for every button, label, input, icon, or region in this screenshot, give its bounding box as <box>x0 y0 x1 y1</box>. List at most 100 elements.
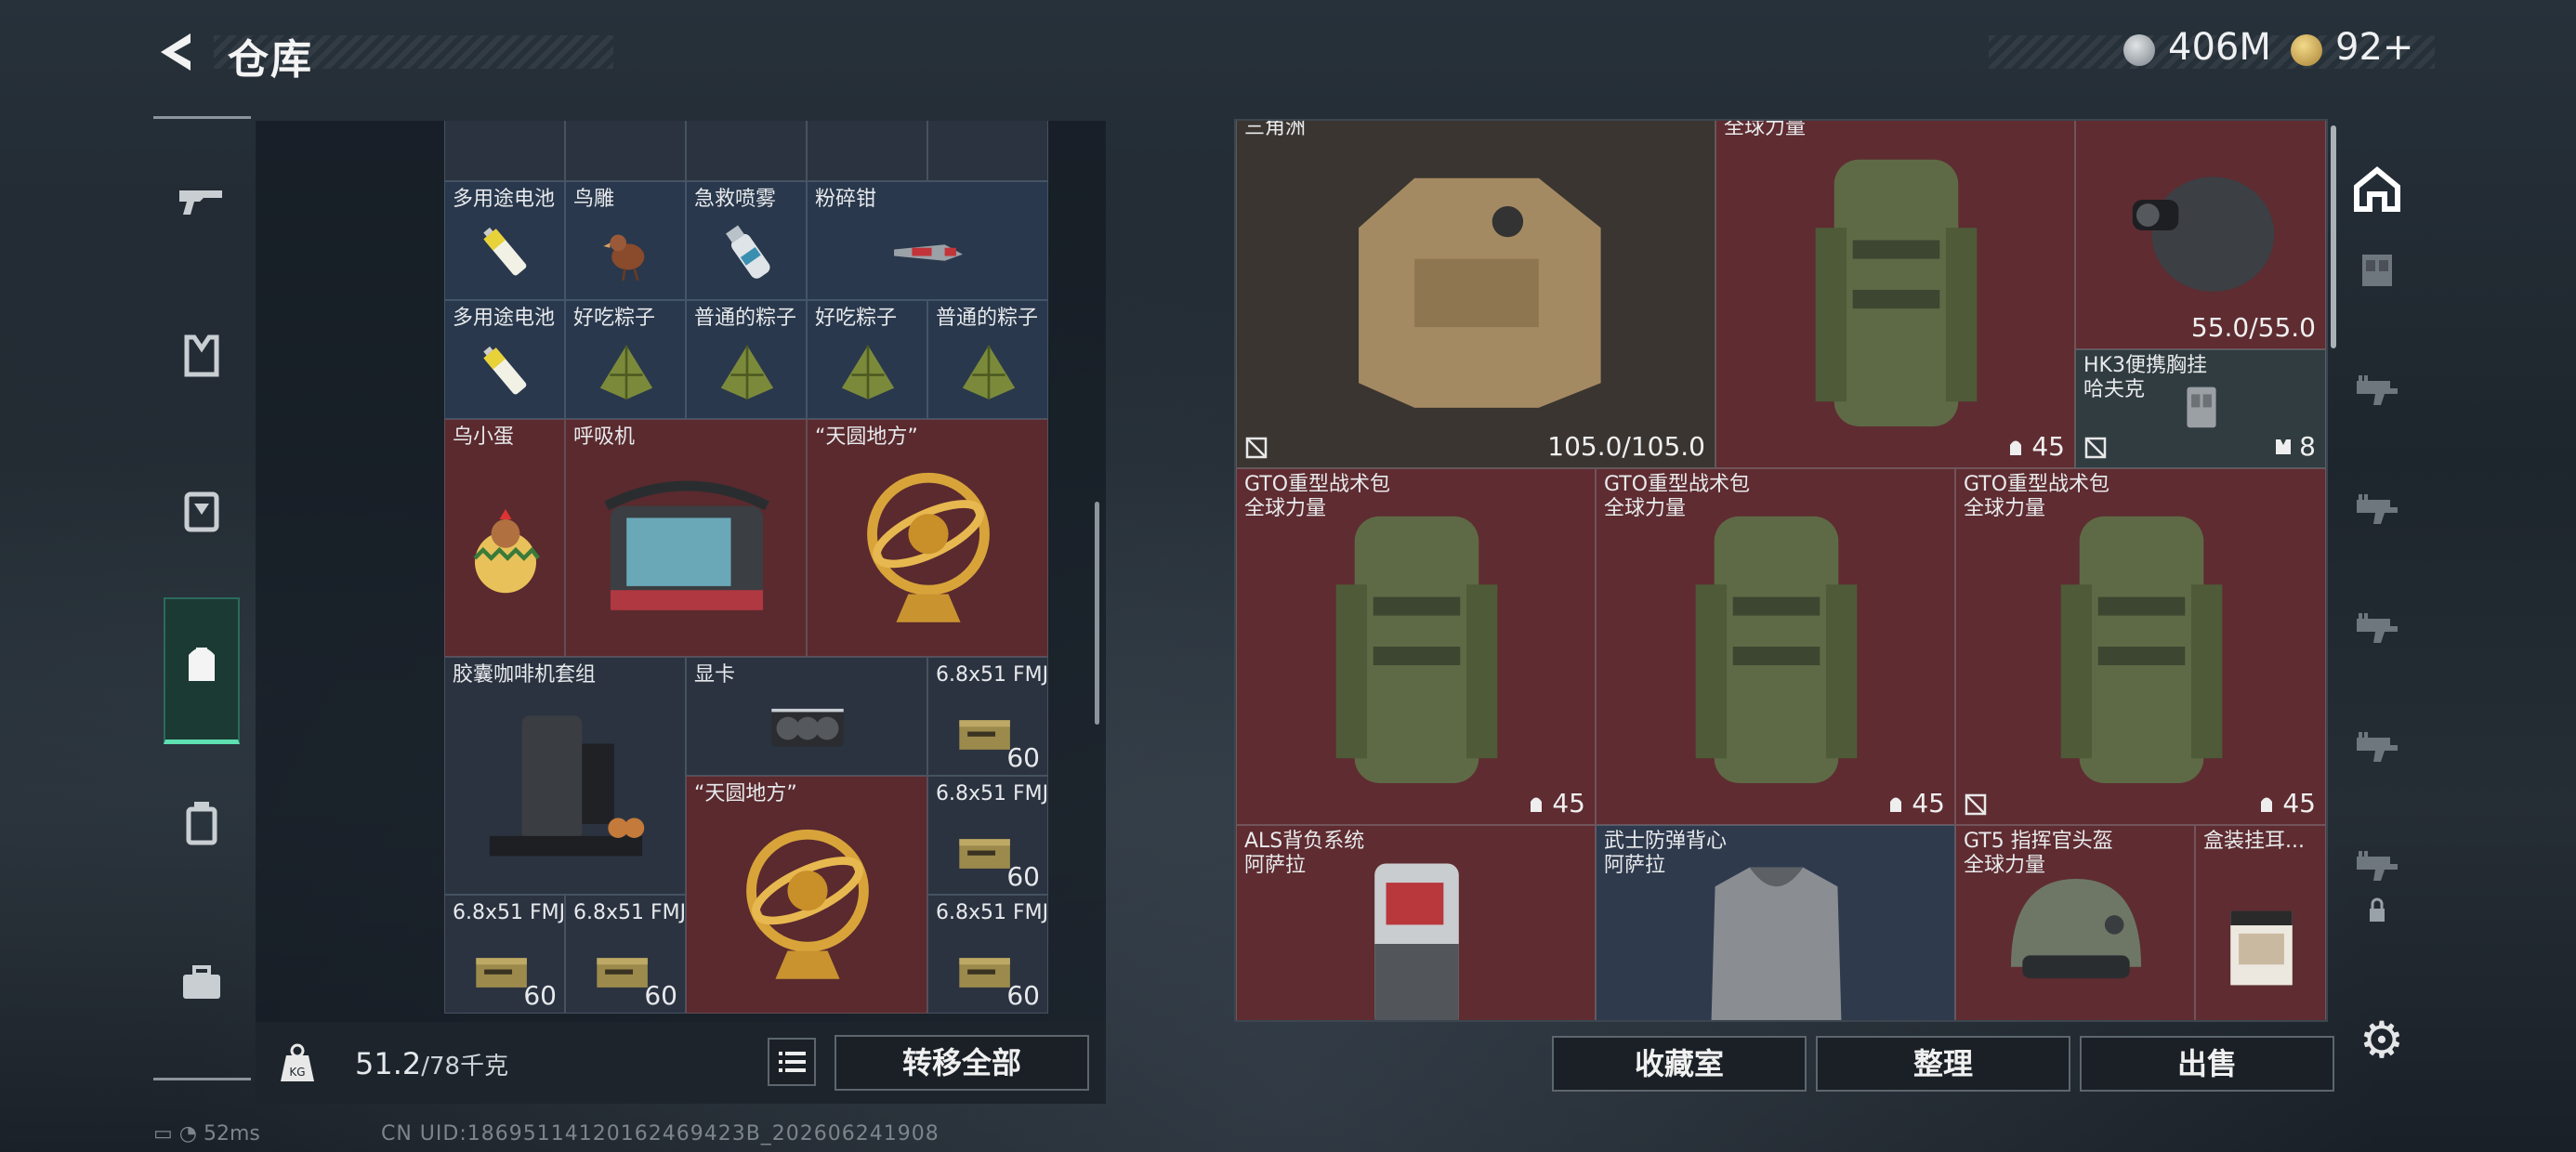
item-cell[interactable]: 呼吸机 <box>565 419 807 657</box>
item-cell[interactable]: 6.8x51 FMJ 60 <box>927 776 1048 895</box>
lock-icon[interactable] <box>2349 883 2414 938</box>
item-cell[interactable]: 胶囊咖啡机套组 <box>444 657 686 895</box>
stash-item-name: GT5 指挥官头盔 全球力量 <box>1964 830 2113 878</box>
stash-item-cell[interactable]: 55.0/55.0 <box>2075 121 2326 349</box>
item-name: 6.8x51 FMJ <box>453 901 565 924</box>
item-name: 急救喷雾 <box>694 188 777 211</box>
gun-icon[interactable] <box>164 163 239 237</box>
stash-item-cell[interactable]: 全球力量 45 <box>1715 121 2075 468</box>
stash-item-cell[interactable]: GTO重型战术包 全球力量 45 <box>1596 468 1955 825</box>
zongzi-icon <box>962 345 1016 399</box>
item-cell[interactable]: 好吃粽子 <box>565 300 686 419</box>
stash-item-cell[interactable]: GTO重型战术包 全球力量 45 <box>1955 468 2326 825</box>
gun-slot-icon[interactable] <box>2349 360 2414 416</box>
gun-slot-icon[interactable] <box>2349 479 2414 535</box>
gun-slot-icon[interactable] <box>2349 717 2414 773</box>
weight-current: 51.2 <box>355 1046 422 1081</box>
item-name: 普通的粽子 <box>936 307 1039 330</box>
item-count: 60 <box>644 980 677 1011</box>
spray-icon <box>726 225 770 279</box>
left-item-grid: 多用途电池 鸟雕 急救喷雾 粉碎钳 多用途电池 好吃粽子 普通的粽子 好吃粽子 普通的粽子 乌小蛋… <box>444 121 1048 1022</box>
item-value: 105.0/105.0 <box>1547 431 1705 462</box>
item-cell[interactable]: 显卡 <box>686 657 927 776</box>
item-cell[interactable]: 6.8x51 FMJ 60 <box>444 895 565 1014</box>
stash-item-cell[interactable]: 武士防弹背心 阿萨拉 <box>1596 825 1955 1020</box>
status-ping: ▭ ◔ 52ms <box>153 1122 260 1145</box>
item-count: 60 <box>1006 742 1040 773</box>
chest-rig-icon[interactable] <box>164 474 239 548</box>
gold-amount[interactable]: 92+ <box>2335 26 2413 69</box>
item-faction: 哈夫克 <box>2083 378 2146 401</box>
item-name: 6.8x51 FMJ <box>936 901 1048 924</box>
stash-item-cell[interactable]: GT5 指挥官头盔 全球力量 <box>1955 825 2195 1020</box>
backpack-icon[interactable] <box>164 627 239 701</box>
item-faction: 全球力量 <box>1964 854 2046 877</box>
item-cell[interactable]: 急救喷雾 <box>686 181 807 300</box>
case-icon[interactable] <box>164 787 239 861</box>
item-cell[interactable]: 多用途电池 <box>444 300 565 419</box>
stash-item-cell[interactable]: 盒装挂耳... <box>2195 825 2326 1020</box>
item-cell[interactable]: 普通的粽子 <box>686 300 807 419</box>
right-stash-panel: 三角洲 105.0/105.0 全球力量 45 55.0/55.0 HK3便携胸挂 哈夫克 8… <box>1234 119 2328 1022</box>
cutter-icon <box>894 244 963 261</box>
item-cell[interactable]: 普通的粽子 <box>927 300 1048 419</box>
left-scrollbar[interactable] <box>1095 502 1099 725</box>
item-faction: 全球力量 <box>1604 497 1687 520</box>
item-cell[interactable]: 好吃粽子 <box>807 300 927 419</box>
sell-button[interactable]: 出售 <box>2080 1036 2334 1092</box>
back-arrow-icon[interactable] <box>153 28 200 76</box>
right-scrollbar[interactable] <box>2331 125 2336 348</box>
stash-item-cell[interactable]: GTO重型战术包 全球力量 45 <box>1236 468 1596 825</box>
stash-item-cell[interactable]: 三角洲 105.0/105.0 <box>1236 121 1715 468</box>
stash-item-name: 全球力量 <box>1724 121 1806 140</box>
collection-room-button[interactable]: 收藏室 <box>1552 1036 1807 1092</box>
item-cell[interactable]: 鸟雕 <box>565 181 686 300</box>
settings-gear-icon[interactable]: ⚙ <box>2354 1013 2410 1068</box>
home-icon[interactable] <box>2349 163 2414 218</box>
zongzi-icon <box>841 345 895 399</box>
gun-slot-icon[interactable] <box>2349 598 2414 654</box>
pack-icon <box>1335 516 1498 783</box>
weight-max: /78千克 <box>421 1053 509 1080</box>
stash-item-cell[interactable]: ALS背负系统 阿萨拉 <box>1236 825 1596 1020</box>
item-title: HK3便携胸挂 <box>2083 354 2207 377</box>
stash-item-name: 盒装挂耳... <box>2203 830 2305 854</box>
item-count: 60 <box>1006 861 1040 892</box>
item-cell[interactable]: 乌小蛋 <box>444 419 565 657</box>
stash-item-name: ALS背负系统 阿萨拉 <box>1244 830 1364 878</box>
item-cell[interactable]: 粉碎钳 <box>807 181 1048 300</box>
item-name: 多用途电池 <box>453 188 556 211</box>
item-cell[interactable]: 多用途电池 <box>444 181 565 300</box>
item-faction: 阿萨拉 <box>1244 854 1307 877</box>
egg-icon <box>473 509 540 594</box>
sidebar-bottom-line <box>153 1078 251 1080</box>
item-name: 乌小蛋 <box>453 425 515 449</box>
item-value: 45 <box>2005 431 2065 462</box>
item-name: 好吃粽子 <box>815 307 898 330</box>
list-view-button[interactable] <box>768 1038 816 1086</box>
item-faction: 阿萨拉 <box>1604 854 1666 877</box>
vest-icon <box>1359 177 1601 408</box>
item-name: 呼吸机 <box>573 425 636 449</box>
item-cell[interactable]: 6.8x51 FMJ 60 <box>565 895 686 1014</box>
machine-icon <box>604 480 769 610</box>
item-name: 粉碎钳 <box>815 188 877 211</box>
stash-item-name: GTO重型战术包 全球力量 <box>1604 473 1750 521</box>
no-insurance-icon <box>2083 436 2108 460</box>
item-cell[interactable]: “天圆地方” <box>686 776 927 1014</box>
grid-cell-partial <box>444 121 565 181</box>
item-value: 45 <box>1886 788 1945 818</box>
armor-vest-icon[interactable] <box>164 319 239 393</box>
item-name: 胶囊咖啡机套组 <box>453 663 597 687</box>
item-cell[interactable]: 6.8x51 FMJ 60 <box>927 657 1048 776</box>
sort-button[interactable]: 整理 <box>1816 1036 2070 1092</box>
rig-slot-icon[interactable] <box>2349 242 2414 297</box>
item-name: 显卡 <box>694 663 736 687</box>
stash-item-cell[interactable]: HK3便携胸挂 哈夫克 8 <box>2075 349 2326 468</box>
toolbox-icon[interactable] <box>164 945 239 1019</box>
item-name: 好吃粽子 <box>573 307 656 330</box>
item-cell[interactable]: 6.8x51 FMJ 60 <box>927 895 1048 1014</box>
item-cell[interactable]: “天圆地方” <box>807 419 1048 657</box>
item-count: 60 <box>523 980 557 1011</box>
transfer-all-button[interactable]: 转移全部 <box>835 1035 1089 1091</box>
